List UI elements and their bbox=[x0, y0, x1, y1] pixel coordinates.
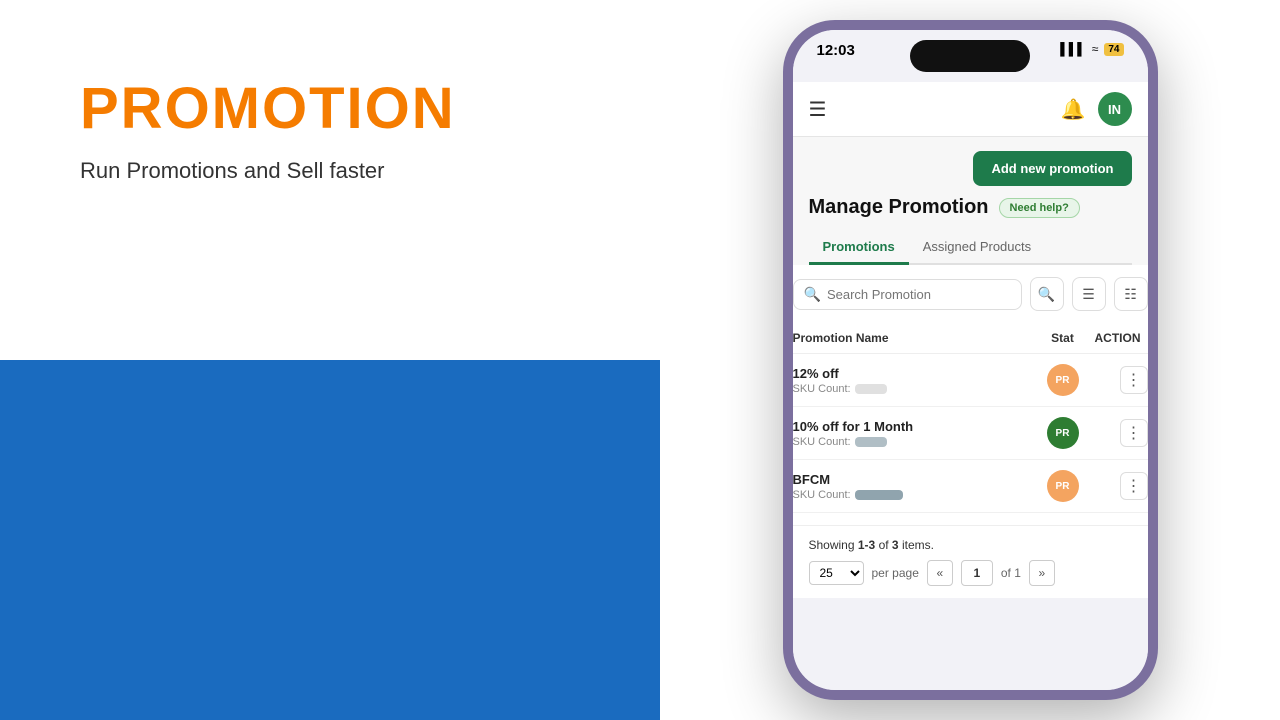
pagination-controls: 25 50 100 per page « 1 of 1 » bbox=[809, 560, 1132, 586]
th-promotion-name: Promotion Name bbox=[793, 331, 1038, 345]
bell-icon[interactable]: 🔔 bbox=[1061, 97, 1086, 122]
manage-title: Manage Promotion bbox=[809, 196, 989, 219]
row-action-1: ⋮ bbox=[1088, 366, 1148, 394]
promo-name-2: 10% off for 1 Month bbox=[793, 419, 1038, 434]
filter-button[interactable]: ☰ bbox=[1072, 277, 1106, 311]
pagination-area: Showing 1-3 of 3 items. 25 50 100 per pa… bbox=[793, 525, 1148, 598]
status-time: 12:03 bbox=[817, 42, 855, 59]
battery-badge: 74 bbox=[1104, 43, 1123, 56]
sku-count-2: SKU Count: bbox=[793, 436, 1038, 448]
user-avatar[interactable]: IN bbox=[1098, 92, 1132, 126]
columns-button[interactable]: ☷ bbox=[1114, 277, 1148, 311]
sku-pill-3 bbox=[855, 490, 903, 500]
th-action: ACTION bbox=[1088, 331, 1148, 345]
row-action-3: ⋮ bbox=[1088, 472, 1148, 500]
table-row: 12% off SKU Count: PR ⋮ bbox=[793, 354, 1148, 407]
more-options-button-3[interactable]: ⋮ bbox=[1120, 472, 1148, 500]
page-hero-title: PROMOTION bbox=[80, 80, 600, 138]
nav-right: 🔔 IN bbox=[1061, 92, 1132, 126]
status-icons: ▌▌▌ ≈ 74 bbox=[1060, 42, 1123, 56]
sku-count-3: SKU Count: bbox=[793, 489, 1038, 501]
search-input[interactable] bbox=[827, 287, 1011, 302]
page-hero-subtitle: Run Promotions and Sell faster bbox=[80, 158, 600, 184]
row-status-2: PR bbox=[1038, 417, 1088, 449]
phone-frame-container: 12:03 ▌▌▌ ≈ 74 ☰ 🔔 IN Add new promotion bbox=[660, 0, 1280, 720]
tab-promotions[interactable]: Promotions bbox=[809, 231, 909, 265]
wifi-icon: ≈ bbox=[1092, 42, 1099, 56]
row-name-col: 10% off for 1 Month SKU Count: bbox=[793, 419, 1038, 448]
row-name-col: BFCM SKU Count: bbox=[793, 472, 1038, 501]
sku-pill-1 bbox=[855, 384, 887, 394]
tab-assigned-products[interactable]: Assigned Products bbox=[909, 231, 1045, 265]
status-badge-2[interactable]: PR bbox=[1047, 417, 1079, 449]
promo-name-1: 12% off bbox=[793, 366, 1038, 381]
row-status-1: PR bbox=[1038, 364, 1088, 396]
showing-text: Showing 1-3 of 3 items. bbox=[809, 538, 1132, 552]
manage-header: Manage Promotion Need help? bbox=[809, 196, 1132, 219]
app-content: ☰ 🔔 IN Add new promotion Manage Promotio… bbox=[793, 82, 1148, 690]
card-area: 🔍 🔍 ☰ ☷ Promotion Name Stat ACTION bbox=[793, 265, 1148, 525]
phone-device: 12:03 ▌▌▌ ≈ 74 ☰ 🔔 IN Add new promotion bbox=[783, 20, 1158, 700]
row-action-2: ⋮ bbox=[1088, 419, 1148, 447]
search-bar: 🔍 🔍 ☰ ☷ bbox=[793, 277, 1148, 311]
promo-name-3: BFCM bbox=[793, 472, 1038, 487]
of-pages-label: of 1 bbox=[1001, 566, 1021, 580]
more-options-button-2[interactable]: ⋮ bbox=[1120, 419, 1148, 447]
page-size-select[interactable]: 25 50 100 bbox=[809, 561, 864, 585]
per-page-label: per page bbox=[872, 566, 919, 580]
tabs-container: Promotions Assigned Products bbox=[809, 231, 1132, 265]
dynamic-island bbox=[910, 40, 1030, 72]
table-header: Promotion Name Stat ACTION bbox=[793, 323, 1148, 354]
search-submit-button[interactable]: 🔍 bbox=[1030, 277, 1064, 311]
content-area: Add new promotion Manage Promotion Need … bbox=[793, 137, 1148, 265]
search-icon: 🔍 bbox=[804, 286, 821, 303]
hamburger-icon[interactable]: ☰ bbox=[809, 97, 827, 122]
first-page-button[interactable]: « bbox=[927, 560, 953, 586]
current-page-number: 1 bbox=[961, 560, 993, 586]
top-nav: ☰ 🔔 IN bbox=[793, 82, 1148, 137]
last-page-button[interactable]: » bbox=[1029, 560, 1055, 586]
status-badge-1[interactable]: PR bbox=[1047, 364, 1079, 396]
add-new-promotion-button[interactable]: Add new promotion bbox=[973, 151, 1131, 186]
status-badge-3[interactable]: PR bbox=[1047, 470, 1079, 502]
more-options-button-1[interactable]: ⋮ bbox=[1120, 366, 1148, 394]
sku-pill-2 bbox=[855, 437, 887, 447]
need-help-badge[interactable]: Need help? bbox=[999, 198, 1080, 218]
sku-count-1: SKU Count: bbox=[793, 383, 1038, 395]
table-row: BFCM SKU Count: PR ⋮ bbox=[793, 460, 1148, 513]
signal-icon: ▌▌▌ bbox=[1060, 42, 1086, 56]
search-input-wrap: 🔍 bbox=[793, 279, 1022, 310]
showing-range: 1-3 bbox=[858, 538, 875, 552]
total-count: 3 bbox=[892, 538, 899, 552]
table-row: 10% off for 1 Month SKU Count: PR ⋮ bbox=[793, 407, 1148, 460]
row-name-col: 12% off SKU Count: bbox=[793, 366, 1038, 395]
th-status: Stat bbox=[1038, 331, 1088, 345]
row-status-3: PR bbox=[1038, 470, 1088, 502]
